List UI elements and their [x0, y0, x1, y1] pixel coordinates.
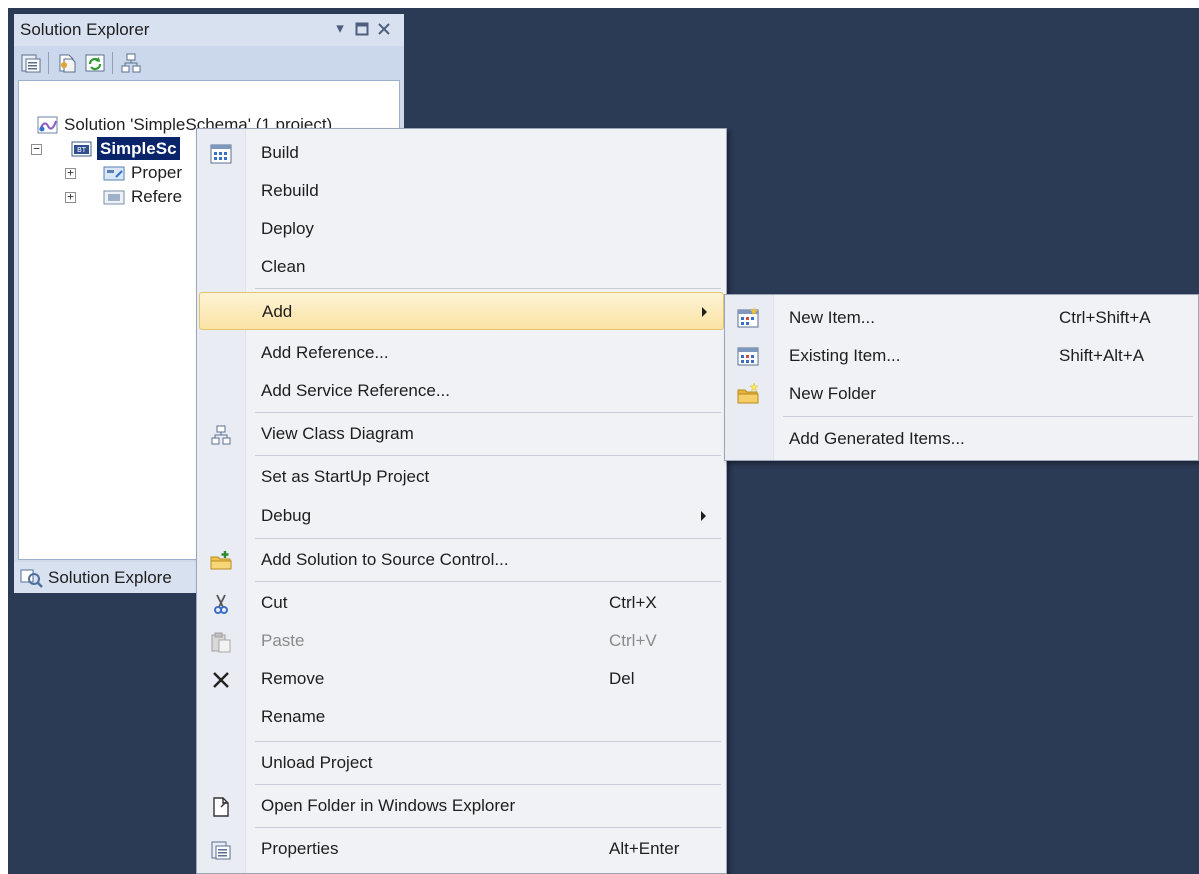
menu-item-view-class-diagram[interactable]: View Class Diagram: [199, 416, 724, 452]
menu-item-rebuild[interactable]: Rebuild: [199, 173, 724, 209]
menu-item-shortcut: Ctrl+V: [609, 631, 657, 650]
menu-item-add[interactable]: Add: [199, 292, 724, 330]
submenu-separator: [783, 416, 1193, 417]
menu-item-unload-project[interactable]: Unload Project: [199, 745, 724, 781]
references-folder-icon: [103, 190, 125, 205]
dropdown-icon[interactable]: ▾: [330, 18, 350, 40]
menu-separator: [255, 581, 721, 582]
project-context-menu: Build Rebuild Deploy Clean Add Add Refer…: [196, 128, 727, 874]
submenu-arrow-icon: [702, 307, 707, 317]
remove-icon: [213, 672, 229, 688]
cut-icon: [214, 594, 228, 614]
menu-item-properties[interactable]: Properties Alt+Enter: [199, 831, 724, 867]
menu-item-label: Cut: [261, 593, 288, 612]
menu-item-add-reference[interactable]: Add Reference...: [199, 335, 724, 371]
submenu-item-label: Add Generated Items...: [789, 429, 965, 448]
submenu-item-new-item[interactable]: New Item... Ctrl+Shift+A: [727, 299, 1197, 337]
submenu-item-shortcut: Shift+Alt+A: [1059, 346, 1145, 365]
menu-item-add-service-reference[interactable]: Add Service Reference...: [199, 373, 724, 409]
menu-item-deploy[interactable]: Deploy: [199, 211, 724, 247]
properties-icon: [211, 841, 231, 860]
add-submenu: New Item... Ctrl+Shift+A Existing Item..…: [724, 294, 1199, 461]
menu-separator: [255, 827, 721, 828]
solution-explorer-titlebar: Solution Explorer ▾: [14, 14, 404, 46]
menu-item-label: View Class Diagram: [261, 424, 414, 443]
expand-icon[interactable]: +: [65, 191, 76, 203]
view-class-diagram-icon[interactable]: [120, 52, 142, 74]
menu-item-label: Paste: [261, 631, 305, 650]
footer-tab-label: Solution Explore: [48, 568, 172, 587]
menu-item-label: Add: [262, 302, 293, 321]
menu-item-label: Add Solution to Source Control...: [261, 550, 509, 569]
window-title: Solution Explorer: [20, 20, 150, 39]
solution-explorer-toolbar: [14, 46, 404, 80]
menu-separator: [255, 741, 721, 742]
submenu-item-shortcut: Ctrl+Shift+A: [1059, 308, 1151, 327]
paste-icon: [211, 632, 231, 653]
solution-icon: [37, 116, 58, 134]
add-to-source-control-icon: [210, 551, 232, 570]
properties-label: Proper: [131, 163, 183, 182]
menu-item-label: Add Service Reference...: [261, 381, 450, 400]
solution-explorer-icon: [20, 569, 43, 588]
menu-item-cut[interactable]: Cut Ctrl+X: [199, 585, 724, 621]
menu-separator: [255, 784, 721, 785]
project-label[interactable]: SimpleSc: [96, 136, 181, 161]
menu-item-shortcut: Alt+Enter: [609, 839, 680, 858]
properties-icon[interactable]: [20, 52, 42, 74]
new-folder-icon: [737, 383, 759, 404]
menu-item-label: Rename: [261, 707, 326, 726]
menu-item-debug[interactable]: Debug: [199, 498, 724, 534]
build-icon: [210, 144, 232, 164]
submenu-item-add-generated-items[interactable]: Add Generated Items...: [727, 420, 1197, 458]
menu-item-shortcut: Del: [609, 669, 635, 688]
submenu-item-label: Existing Item...: [789, 346, 901, 365]
menu-item-label: Remove: [261, 669, 325, 688]
menu-item-set-startup-project[interactable]: Set as StartUp Project: [199, 459, 724, 495]
close-icon[interactable]: [374, 18, 394, 40]
menu-separator: [255, 538, 721, 539]
svg-text:BT: BT: [77, 146, 87, 154]
menu-item-label: Properties: [261, 839, 339, 858]
menu-item-label: Deploy: [261, 219, 314, 238]
submenu-item-new-folder[interactable]: New Folder: [727, 375, 1197, 413]
menu-item-remove[interactable]: Remove Del: [199, 661, 724, 697]
new-item-icon: [737, 307, 759, 328]
menu-item-label: Debug: [261, 506, 312, 525]
collapse-icon[interactable]: −: [31, 143, 42, 155]
menu-item-label: Unload Project: [261, 753, 373, 772]
references-label: Refere: [131, 187, 183, 206]
submenu-item-label: New Item...: [789, 308, 875, 327]
menu-separator: [255, 288, 721, 289]
menu-item-open-folder[interactable]: Open Folder in Windows Explorer: [199, 788, 724, 824]
open-folder-icon: [213, 797, 229, 817]
submenu-arrow-icon: [701, 511, 706, 521]
menu-item-label: Add Reference...: [261, 343, 389, 362]
menu-separator: [255, 412, 721, 413]
menu-item-build[interactable]: Build: [199, 135, 724, 171]
maximize-icon[interactable]: [352, 18, 372, 40]
menu-item-clean[interactable]: Clean: [199, 249, 724, 285]
properties-folder-icon: [103, 166, 125, 181]
menu-item-shortcut: Ctrl+X: [609, 593, 657, 612]
menu-item-label: Open Folder in Windows Explorer: [261, 796, 516, 815]
menu-item-paste[interactable]: Paste Ctrl+V: [199, 623, 724, 659]
submenu-item-existing-item[interactable]: Existing Item... Shift+Alt+A: [727, 337, 1197, 375]
class-diagram-icon: [211, 425, 231, 445]
toolbar-separator: [112, 52, 113, 74]
refresh-icon[interactable]: [84, 52, 106, 74]
show-all-files-icon[interactable]: [56, 52, 78, 74]
menu-item-label: Rebuild: [261, 181, 319, 200]
menu-separator: [255, 455, 721, 456]
menu-item-label: Clean: [261, 257, 306, 276]
menu-item-label: Set as StartUp Project: [261, 467, 430, 486]
expand-icon[interactable]: +: [65, 167, 76, 179]
submenu-item-label: New Folder: [789, 384, 876, 403]
menu-item-add-solution-to-source-control[interactable]: Add Solution to Source Control...: [199, 542, 724, 578]
menu-item-rename[interactable]: Rename: [199, 699, 724, 735]
toolbar-separator: [48, 52, 49, 74]
menu-item-label: Build: [261, 143, 299, 162]
biztalk-project-icon: BT: [71, 141, 92, 157]
existing-item-icon: [737, 347, 759, 366]
